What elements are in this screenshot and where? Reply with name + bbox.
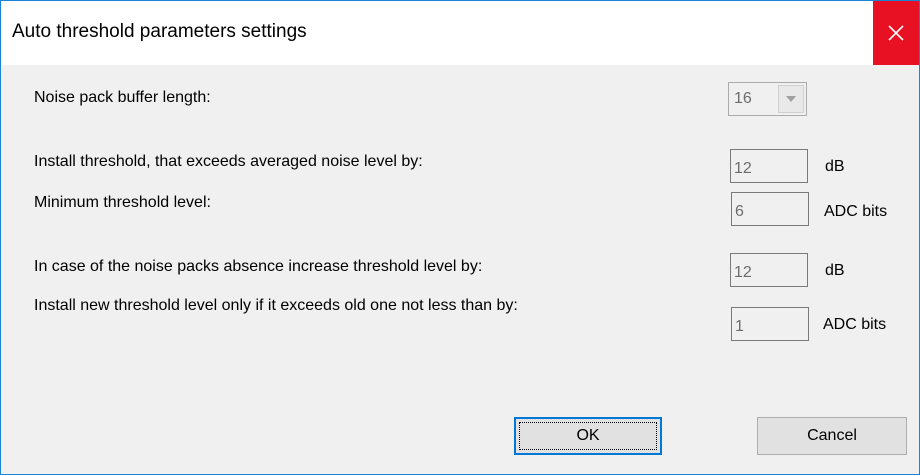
absence-increase-label: In case of the noise packs absence incre…	[34, 258, 483, 275]
close-icon	[888, 25, 904, 41]
ok-button[interactable]: OK	[514, 417, 662, 455]
cancel-label: Cancel	[807, 427, 857, 444]
buffer-length-value: 16	[734, 90, 752, 107]
cancel-button[interactable]: Cancel	[757, 417, 907, 455]
close-button[interactable]	[873, 1, 919, 65]
dropdown-arrow-button[interactable]	[778, 85, 804, 113]
install-threshold-label: Install threshold, that exceeds averaged…	[34, 153, 423, 170]
minimum-threshold-input[interactable]	[731, 192, 809, 226]
focus-rect	[519, 422, 657, 450]
new-threshold-unit: ADC bits	[823, 316, 887, 333]
minimum-threshold-label: Minimum threshold level:	[34, 194, 211, 211]
absence-increase-unit: dB	[825, 262, 845, 279]
minimum-threshold-unit: ADC bits	[824, 203, 888, 220]
new-threshold-label: Install new threshold level only if it e…	[34, 297, 518, 314]
absence-increase-input[interactable]	[730, 253, 808, 287]
dialog-window: Auto threshold parameters settings Noise…	[0, 0, 920, 475]
install-threshold-input[interactable]	[730, 149, 808, 183]
buffer-length-label: Noise pack buffer length:	[34, 89, 211, 106]
chevron-down-icon	[786, 96, 796, 102]
title-bar[interactable]: Auto threshold parameters settings	[1, 1, 919, 65]
new-threshold-input[interactable]	[731, 307, 809, 341]
buffer-length-select[interactable]: 16	[728, 82, 807, 116]
install-threshold-unit: dB	[825, 158, 845, 175]
window-title: Auto threshold parameters settings	[12, 21, 307, 42]
